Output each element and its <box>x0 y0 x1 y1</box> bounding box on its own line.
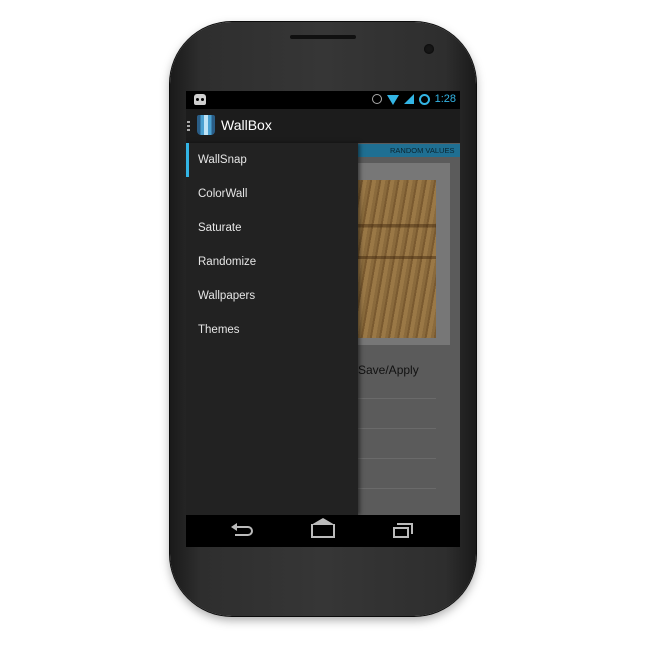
drawer-item-wallpapers[interactable]: Wallpapers <box>186 279 358 313</box>
status-clock: 1:28 <box>434 93 456 105</box>
phone-speaker <box>290 35 356 39</box>
drawer-item-saturate[interactable]: Saturate <box>186 211 358 245</box>
tab-random-values[interactable]: RANDOM VALUES <box>358 144 460 157</box>
wallpaper-preview[interactable] <box>358 180 436 338</box>
divider <box>358 488 436 489</box>
save-apply-button[interactable]: Save/Apply <box>358 363 419 377</box>
drawer-item-randomize[interactable]: Randomize <box>186 245 358 279</box>
status-icons: 1:28 <box>371 93 456 105</box>
back-icon[interactable] <box>231 523 257 539</box>
navigation-drawer: WallSnap ColorWall Saturate Randomize Wa… <box>186 143 358 515</box>
screen: 1:28 WallBox RANDOM VALUES Save/Apply Wa… <box>186 91 460 547</box>
app-title: WallBox <box>221 117 272 133</box>
drawer-item-wallsnap[interactable]: WallSnap <box>186 143 358 177</box>
divider <box>358 428 436 429</box>
divider <box>358 398 436 399</box>
app-icon[interactable] <box>197 115 215 135</box>
android-icon <box>194 94 206 105</box>
drawer-indicator-icon[interactable] <box>187 121 190 132</box>
recents-icon[interactable] <box>390 523 416 539</box>
signal-icon <box>403 94 414 104</box>
sync-icon <box>418 93 430 105</box>
drawer-item-colorwall[interactable]: ColorWall <box>186 177 358 211</box>
home-icon[interactable] <box>310 518 336 539</box>
camera-icon <box>424 44 434 54</box>
status-bar: 1:28 <box>186 91 460 109</box>
action-bar[interactable]: WallBox <box>186 109 460 143</box>
alarm-icon <box>371 94 382 104</box>
drawer-item-themes[interactable]: Themes <box>186 313 358 347</box>
divider <box>358 458 436 459</box>
navigation-bar <box>186 515 460 547</box>
wifi-icon <box>386 95 399 105</box>
